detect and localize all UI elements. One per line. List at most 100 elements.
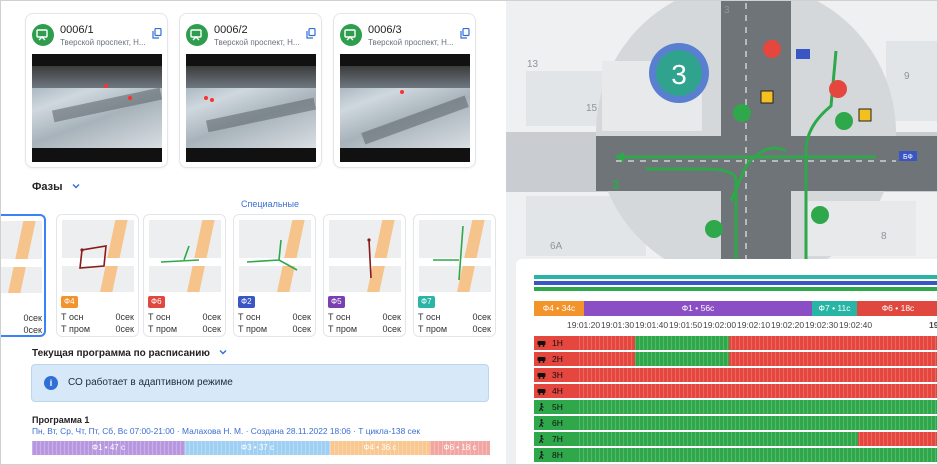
camera-icon [32, 24, 54, 46]
signal-group-row[interactable]: 7Н [534, 432, 937, 446]
phase-card-f4[interactable]: Ф4 Т осн 0сек Т пром 0сек [56, 214, 139, 337]
timeline-segment[interactable]: Ф6 • 18 с [430, 441, 490, 455]
phase-main-label: Т осн [148, 312, 171, 322]
signal-red-segment [579, 384, 937, 398]
camera-address: Тверской проспект, Н... [368, 38, 454, 47]
phases-toggle[interactable]: Фазы [32, 181, 80, 193]
direction-number: 3 [612, 177, 619, 192]
phase-map [419, 220, 491, 292]
phase-main-label: Т осн [238, 312, 261, 322]
special-phases-label: Специальные [241, 199, 299, 209]
phase-t-main: 0сек [382, 312, 401, 322]
pedestrian-icon [539, 435, 544, 443]
phase-tag: Ф4 [61, 296, 78, 308]
signal-group-name: 1Н [552, 338, 563, 348]
phase-card-f2[interactable]: Ф2 Т осн 0сек Т пром 0сек [233, 214, 316, 337]
phase-t-main: 0сек [23, 313, 42, 323]
signal-red-segment [579, 352, 937, 366]
signal-group-name: 7Н [552, 434, 563, 444]
phase-t-inter: 0сек [382, 324, 401, 334]
phase-main-label: Т осн [61, 312, 84, 322]
signal-group-label: 5Н [534, 400, 579, 414]
phase-t-main: 0сек [202, 312, 221, 322]
signal-group-row[interactable]: 6Н [534, 416, 937, 430]
phase-card-f5[interactable]: Ф5 Т осн 0сек Т пром 0сек [323, 214, 406, 337]
signal-group-label: 7Н [534, 432, 579, 446]
camera-header: 0006/1 Тверской проспект, Н... [32, 22, 162, 50]
camera-address: Тверской проспект, Н... [214, 38, 300, 47]
time-tick: 19:02:30 [805, 320, 839, 330]
camera-snapshot[interactable] [186, 54, 316, 162]
signal-group-row[interactable]: 1Н [534, 336, 937, 350]
signal-group-row[interactable]: 4Н [534, 384, 937, 398]
copy-icon[interactable] [460, 28, 470, 39]
signal-green-segment [579, 432, 858, 446]
phase-main-label: Т осн [328, 312, 351, 322]
schedule-toggle[interactable]: Текущая программа по расписанию [32, 348, 227, 359]
camera-address: Тверской проспект, Н... [60, 38, 146, 47]
intersection-number: 3 [671, 59, 687, 90]
alert-text: СО работает в адаптивном режиме [68, 377, 233, 388]
time-tick: 19:01:40 [635, 320, 669, 330]
signal-group-name: 6Н [552, 418, 563, 428]
phase-t-inter: 0сек [202, 324, 221, 334]
time-tick: 19:01:20 [567, 320, 601, 330]
signal-group-row[interactable]: 5Н [534, 400, 937, 414]
map-label: 9 [904, 71, 910, 82]
phase-inter-label: Т пром [418, 324, 448, 334]
pedestrian-icon [539, 419, 544, 427]
signal-group-name: 4Н [552, 386, 563, 396]
map-panel[interactable]: 3 3 БФ 13 15 3 6А 9 8 Ф4 • 34с Ф1 • 56с … [506, 1, 938, 464]
camera-id: 0006/1 [60, 24, 94, 36]
signal-group-row[interactable]: 3Н [534, 368, 937, 382]
camera-header: 0006/2 Тверской проспект, Н... [186, 22, 316, 50]
gantt-phase[interactable]: Ф7 • 11с [812, 301, 857, 316]
copy-icon[interactable] [152, 28, 162, 39]
copy-icon[interactable] [306, 28, 316, 39]
phase-card-f7[interactable]: Ф7 Т осн 0сек Т пром 0сек [413, 214, 496, 337]
camera-snapshot[interactable] [340, 54, 470, 162]
signal-group-label: 4Н [534, 384, 579, 398]
left-panel: 0006/1 Тверской проспект, Н... 0006/2 Тв… [1, 1, 506, 464]
time-tick: 19:01:30 [601, 320, 635, 330]
phase-map [149, 220, 221, 292]
phase-tag: Ф7 [418, 296, 435, 308]
signal-group-row[interactable]: 8Н [534, 448, 937, 462]
program-timeline: Ф1 • 47 с Ф3 • 37 с Ф4 • 36 с Ф6 • 18 с [32, 441, 490, 455]
intersection-map[interactable]: 3 3 БФ 13 15 3 6А 9 8 [506, 1, 938, 261]
camera-card[interactable]: 0006/1 Тверской проспект, Н... [25, 13, 168, 168]
phase-card-selected[interactable]: 0сек 0сек [1, 214, 46, 337]
signal-green-segment [634, 336, 729, 350]
timeline-segment[interactable]: Ф3 • 37 с [185, 441, 330, 455]
camera-card[interactable]: 0006/2 Тверской проспект, Н... [179, 13, 322, 168]
signal-red-segment [579, 336, 937, 350]
app-root: 0006/1 Тверской проспект, Н... 0006/2 Тв… [0, 0, 938, 465]
phase-card-f6[interactable]: Ф6 Т осн 0сек Т пром 0сек [143, 214, 226, 337]
signal-group-row[interactable]: 2Н [534, 352, 937, 366]
timeline-segment[interactable]: Ф1 • 47 с [32, 441, 185, 455]
car-icon [537, 341, 546, 347]
signal-group-label: 1Н [534, 336, 579, 350]
camera-snapshot[interactable] [32, 54, 162, 162]
signal-group-name: 8Н [552, 450, 563, 460]
camera-id: 0006/3 [368, 24, 402, 36]
time-tick: 19:02:20 [771, 320, 805, 330]
pedestrian-icon [539, 403, 544, 411]
chevron-down-icon [219, 350, 227, 355]
gantt-phase[interactable]: Ф4 • 34с [534, 301, 584, 316]
camera-card[interactable]: 0006/3 Тверской проспект, Н... [333, 13, 476, 168]
map-label: 13 [527, 59, 539, 70]
program-details: Пн, Вт, Ср, Чт, Пт, Сб, Вс 07:00-21:00 ·… [32, 426, 421, 436]
phase-t-inter: 0сек [472, 324, 491, 334]
adaptive-mode-alert: i СО работает в адаптивном режиме [31, 364, 489, 402]
car-icon [537, 357, 546, 363]
phase-tag: Ф6 [148, 296, 165, 308]
timeline-segment[interactable]: Ф4 • 36 с [330, 441, 430, 455]
phase-map [1, 221, 42, 293]
gantt-phase[interactable]: Ф6 • 18с [857, 301, 937, 316]
gantt-phase[interactable]: Ф1 • 56с [584, 301, 812, 316]
map-label: 8 [881, 231, 887, 242]
signal-group-label: 3Н [534, 368, 579, 382]
signal-green-segment [579, 416, 937, 430]
program-title: Программа 1 [32, 415, 90, 425]
